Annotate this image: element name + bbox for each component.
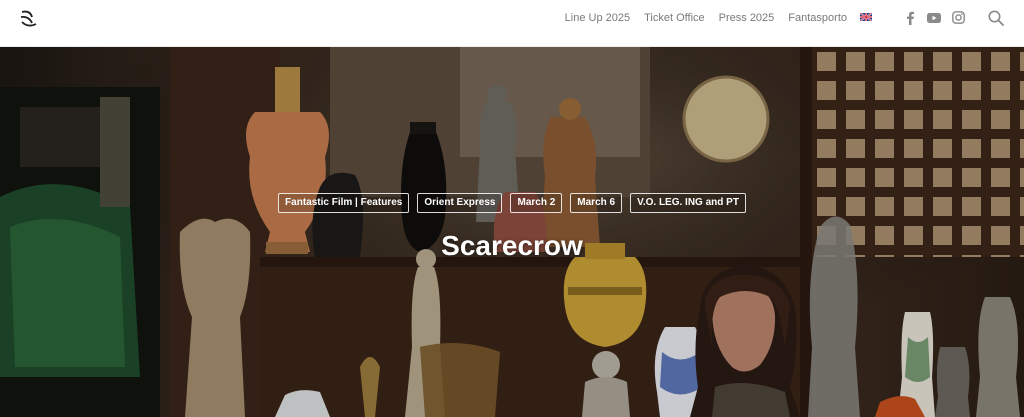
fantasporto-logo[interactable] bbox=[18, 8, 40, 30]
search-icon[interactable] bbox=[988, 10, 1004, 26]
uk-flag-icon[interactable] bbox=[860, 12, 872, 21]
film-title: Scarecrow bbox=[441, 230, 583, 261]
tag-language[interactable]: V.O. LEG. ING and PT bbox=[630, 193, 746, 213]
tag-date-1[interactable]: March 2 bbox=[510, 193, 563, 213]
tag-section[interactable]: Orient Express bbox=[417, 193, 503, 213]
facebook-icon[interactable] bbox=[904, 11, 916, 25]
hero-banner: Fantastic Film | Features Orient Express… bbox=[0, 47, 1024, 417]
instagram-icon[interactable] bbox=[952, 11, 965, 24]
nav-line-up[interactable]: Line Up 2025 bbox=[558, 11, 637, 25]
youtube-icon[interactable] bbox=[927, 13, 941, 23]
film-tags: Fantastic Film | Features Orient Express… bbox=[0, 193, 1024, 213]
tag-date-2[interactable]: March 6 bbox=[570, 193, 623, 213]
main-nav: Line Up 2025 Ticket Office Press 2025 Fa… bbox=[558, 11, 872, 25]
tag-category[interactable]: Fantastic Film | Features bbox=[278, 193, 410, 213]
site-header: Line Up 2025 Ticket Office Press 2025 Fa… bbox=[0, 0, 1024, 47]
nav-fantasporto[interactable]: Fantasporto bbox=[781, 11, 854, 25]
nav-press[interactable]: Press 2025 bbox=[712, 11, 782, 25]
nav-ticket-office[interactable]: Ticket Office bbox=[637, 11, 712, 25]
